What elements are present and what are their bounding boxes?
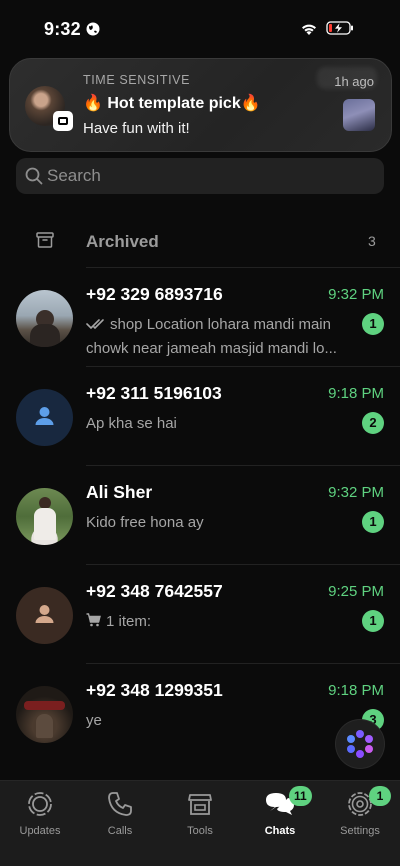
search-bar[interactable]: Search <box>16 158 384 194</box>
chat-row[interactable]: Ali Sher 9:32 PM Kido free hona ay 1 <box>0 466 400 565</box>
chat-row[interactable]: +92 311 5196103 9:18 PM Ap kha se hai 2 <box>0 367 400 466</box>
storefront-icon <box>188 794 212 815</box>
unread-badge: 2 <box>362 412 384 434</box>
unread-badge: 1 <box>362 610 384 632</box>
default-person-icon <box>35 407 54 425</box>
notification-label: TIME SENSITIVE <box>83 73 191 87</box>
tab-tools[interactable]: Tools <box>160 789 240 837</box>
chat-row[interactable]: +92 329 6893716 9:32 PM shop Location lo… <box>0 268 400 367</box>
ai-flower-icon <box>347 730 373 758</box>
chats-badge: 11 <box>289 786 312 806</box>
capcut-app-icon <box>53 111 73 131</box>
tab-calls[interactable]: Calls <box>80 789 160 837</box>
chat-name: +92 329 6893716 <box>86 284 223 304</box>
notification-banner[interactable]: TIME SENSITIVE 🔥 Hot template pick🔥 Have… <box>9 58 392 152</box>
chat-preview-text: shop Location lohara mandi main chowk ne… <box>86 316 337 357</box>
notification-title: 🔥 Hot template pick🔥 <box>83 95 261 112</box>
chat-time: 9:32 PM <box>328 484 384 501</box>
unread-badge: 1 <box>362 511 384 533</box>
chat-preview: ye <box>86 712 102 729</box>
avatar <box>16 389 73 446</box>
cart-icon <box>86 613 101 627</box>
chat-time: 9:32 PM <box>328 286 384 303</box>
search-input[interactable]: Search <box>47 166 101 186</box>
phone-icon <box>108 792 132 816</box>
chat-time: 9:25 PM <box>328 583 384 600</box>
chat-row[interactable]: +92 348 7642557 9:25 PM 1 item: 1 <box>0 565 400 664</box>
ai-assistant-button[interactable] <box>336 720 384 768</box>
status-time: 9:32 <box>44 19 81 39</box>
chat-preview: shop Location lohara mandi main chowk ne… <box>86 313 348 361</box>
tab-label: Chats <box>264 825 296 837</box>
default-person-icon <box>35 605 54 623</box>
chat-name: +92 348 7642557 <box>86 581 223 601</box>
notification-age: 1h ago <box>334 74 374 89</box>
status-bar: 9:32 <box>0 0 400 56</box>
unread-badge: 1 <box>362 313 384 335</box>
search-icon <box>25 167 43 185</box>
chat-preview: Ap kha se hai <box>86 415 177 432</box>
tab-label: Settings <box>340 825 380 837</box>
wifi-icon <box>302 24 316 35</box>
tab-label: Calls <box>107 825 133 837</box>
tab-bar: Updates Calls Tools Chats 11 Settings 1 <box>0 780 400 866</box>
chat-preview: 1 item: <box>86 610 348 634</box>
archived-count: 3 <box>368 233 376 249</box>
tab-chats[interactable]: Chats 11 <box>240 786 320 837</box>
chat-preview-text: 1 item: <box>106 613 152 630</box>
notification-thumbnail <box>343 99 375 131</box>
tab-label: Updates <box>19 825 61 837</box>
avatar <box>16 290 73 347</box>
chat-time: 9:18 PM <box>328 682 384 699</box>
tab-settings[interactable]: Settings 1 <box>320 786 400 837</box>
notification-body: Have fun with it! <box>83 120 190 137</box>
chat-name: +92 348 1299351 <box>86 680 223 700</box>
settings-badge: 1 <box>369 786 391 806</box>
tab-label: Tools <box>187 825 213 837</box>
globe-icon <box>86 22 100 36</box>
chat-name: Ali Sher <box>86 482 153 502</box>
archive-icon <box>36 232 54 248</box>
double-check-icon <box>86 319 104 330</box>
tab-updates[interactable]: Updates <box>0 789 80 837</box>
updates-icon <box>28 792 52 816</box>
avatar <box>16 686 73 743</box>
avatar <box>16 488 73 545</box>
chat-preview: Kido free hona ay <box>86 514 204 531</box>
archived-row[interactable]: Archived 3 <box>0 220 400 264</box>
avatar <box>16 587 73 644</box>
archived-label: Archived <box>86 232 159 251</box>
battery-charging-icon <box>326 21 353 35</box>
chat-time: 9:18 PM <box>328 385 384 402</box>
chat-name: +92 311 5196103 <box>86 383 222 403</box>
